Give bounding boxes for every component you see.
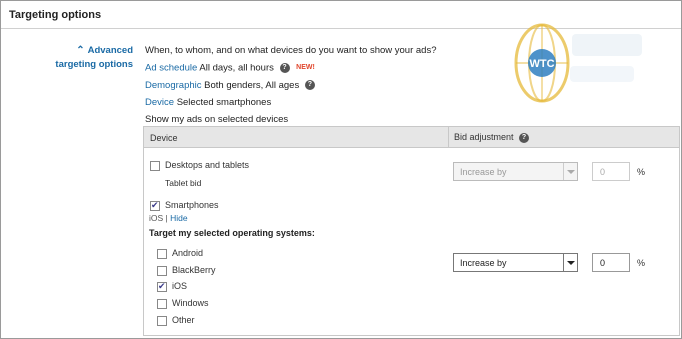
column-divider xyxy=(448,127,449,148)
smartphones-bid-input[interactable]: 0 xyxy=(592,253,630,272)
watermark-globe-logo: WTC xyxy=(514,23,570,103)
chevron-down-icon xyxy=(563,254,577,271)
section-title: Targeting options xyxy=(9,9,102,21)
column-header-bid: Bid adjustment ? xyxy=(454,132,530,143)
os-checkbox-windows[interactable] xyxy=(157,299,167,309)
help-icon[interactable]: ? xyxy=(279,63,290,73)
show-on-devices-text: Show my ads on selected devices xyxy=(145,113,289,125)
os-checkbox-android[interactable] xyxy=(157,249,167,259)
help-icon[interactable]: ? xyxy=(304,80,315,90)
desktops-bid-value: 0 xyxy=(600,167,606,177)
desktops-bid-mode-select[interactable]: Increase by xyxy=(453,162,578,181)
smartphones-os-summary: iOS | Hide xyxy=(149,213,188,223)
smartphones-label: Smartphones xyxy=(165,200,219,210)
column-header-device: Device xyxy=(150,133,178,143)
device-bid-table: Device Bid adjustment ? Desktops and tab… xyxy=(143,126,680,336)
ad-schedule-link[interactable]: Ad schedule xyxy=(145,63,197,74)
smartphones-checkbox[interactable] xyxy=(150,200,160,211)
desktops-label: Desktops and tablets xyxy=(165,160,250,170)
bid-adjustment-label: Bid adjustment xyxy=(454,132,514,142)
desktops-checkbox[interactable] xyxy=(150,161,160,171)
os-label-windows: Windows xyxy=(172,298,209,308)
device-value: Selected smartphones xyxy=(176,96,272,108)
os-checkbox-blackberry[interactable] xyxy=(157,266,167,276)
table-header: Device Bid adjustment ? xyxy=(144,127,679,148)
os-label-other: Other xyxy=(172,315,195,325)
os-checkbox-ios[interactable] xyxy=(157,281,167,292)
smartphones-percent-label: % xyxy=(637,258,646,268)
target-os-heading: Target my selected operating systems: xyxy=(149,228,315,238)
section-header: Targeting options xyxy=(1,1,681,29)
demographic-value: Both genders, All ages xyxy=(204,79,300,91)
ad-schedule-value: All days, all hours xyxy=(199,62,274,74)
demographic-link[interactable]: Demographic xyxy=(145,80,202,91)
chevron-up-icon: ⌃ xyxy=(76,45,85,56)
smartphones-bid-mode-select[interactable]: Increase by xyxy=(453,253,578,272)
desktops-bid-input[interactable]: 0 xyxy=(592,162,630,181)
os-current-text: iOS xyxy=(149,213,164,223)
new-badge: NEW! xyxy=(296,64,315,71)
watermark-logo-text: WTC xyxy=(529,58,554,70)
advanced-targeting-toggle[interactable]: ⌃ Advanced targeting options xyxy=(33,44,133,72)
tablet-bid-label: Tablet bid xyxy=(165,178,202,188)
smartphones-bid-value: 0 xyxy=(600,258,606,268)
os-checkbox-other[interactable] xyxy=(157,316,167,326)
os-label-ios: iOS xyxy=(172,281,188,291)
os-separator: | xyxy=(165,213,168,223)
chevron-down-icon xyxy=(563,163,577,180)
smartphones-bid-mode-value: Increase by xyxy=(460,258,507,268)
desktops-percent-label: % xyxy=(637,167,646,177)
hide-os-link[interactable]: Hide xyxy=(170,213,187,223)
advanced-targeting-label: Advanced targeting options xyxy=(55,45,133,70)
os-label-android: Android xyxy=(172,248,204,258)
help-icon[interactable]: ? xyxy=(519,132,530,143)
os-label-blackberry: BlackBerry xyxy=(172,265,216,275)
desktops-bid-mode-value: Increase by xyxy=(460,167,507,177)
watermark-text-mark xyxy=(570,34,642,82)
device-link[interactable]: Device xyxy=(145,97,174,108)
